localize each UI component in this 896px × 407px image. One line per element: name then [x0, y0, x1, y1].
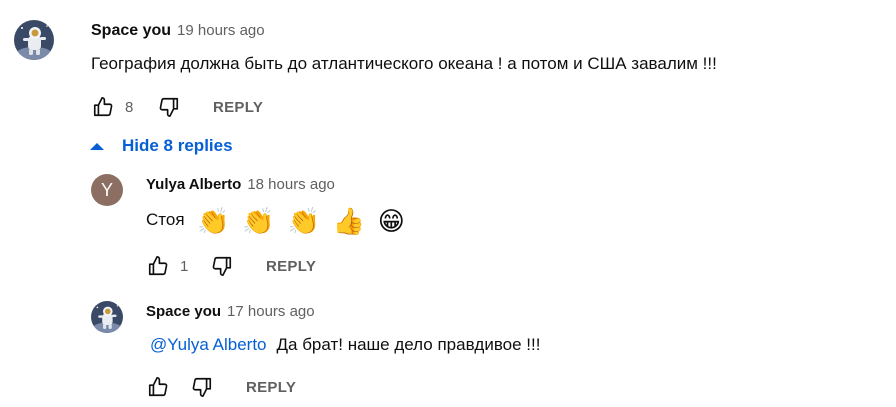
avatar-astronaut[interactable]: [14, 20, 54, 60]
reply-button[interactable]: REPLY: [266, 258, 316, 275]
clapping-hands-emoji: 👏: [242, 205, 275, 236]
comment-thread: Space you 19 hours ago География должна б…: [0, 0, 896, 407]
like-button[interactable]: [146, 375, 170, 399]
reply-text-body: Да брат! наше дело правдивое !!!: [276, 335, 541, 354]
thumb-up-icon: [93, 97, 113, 117]
dislike-button[interactable]: [157, 95, 181, 119]
reply-author[interactable]: Yulya Alberto: [146, 176, 241, 193]
like-button[interactable]: [91, 95, 115, 119]
comment-header: Space you 19 hours ago: [91, 22, 265, 40]
hide-replies-label: Hide 8 replies: [122, 136, 233, 155]
thumb-down-icon: [192, 377, 212, 397]
grinning-face-emoji: 😁: [377, 205, 405, 236]
hide-replies-button[interactable]: Hide 8 replies: [90, 136, 233, 156]
caret-up-icon: [90, 142, 104, 150]
comment-author[interactable]: Space you: [91, 22, 171, 39]
thumb-up-icon: [148, 256, 168, 276]
like-count: 8: [125, 98, 134, 116]
reply-time[interactable]: 17 hours ago: [227, 303, 315, 320]
astronaut-avatar-image: [91, 301, 123, 333]
comment-time[interactable]: 19 hours ago: [177, 22, 265, 39]
reply-header: Yulya Alberto 18 hours ago: [146, 176, 335, 193]
thumbs-up-emoji: 👍: [332, 205, 365, 236]
reply-time[interactable]: 18 hours ago: [247, 176, 335, 193]
reply-header: Space you 17 hours ago: [146, 303, 315, 320]
reply-text: @Yulya Alberto Да брат! наше дело правдив…: [150, 335, 540, 355]
avatar-astronaut[interactable]: [91, 301, 123, 333]
comment-toolbar: 8 REPLY: [91, 95, 263, 119]
clapping-hands-emoji: 👏: [287, 205, 320, 236]
thumb-down-icon: [212, 256, 232, 276]
clapping-hands-emoji: 👏: [197, 205, 230, 236]
reply-toolbar: REPLY: [146, 375, 296, 399]
avatar-letter[interactable]: Y: [91, 174, 123, 206]
like-count: 1: [180, 257, 189, 275]
comment-text: География должна быть до атлантического …: [91, 54, 717, 73]
mention-link[interactable]: @Yulya Alberto: [150, 335, 267, 354]
reply-text-body: Стоя: [146, 210, 185, 229]
dislike-button[interactable]: [210, 254, 234, 278]
avatar-letter-text: Y: [100, 179, 113, 200]
reply-button[interactable]: REPLY: [213, 99, 263, 116]
dislike-button[interactable]: [190, 375, 214, 399]
reply-author[interactable]: Space you: [146, 303, 221, 320]
thumb-down-icon: [159, 97, 179, 117]
like-button[interactable]: [146, 254, 170, 278]
thumb-up-icon: [148, 377, 168, 397]
reply-toolbar: 1 REPLY: [146, 254, 316, 278]
reply-button[interactable]: REPLY: [246, 379, 296, 396]
astronaut-avatar-image: [14, 20, 54, 60]
reply-text: Стоя 👏 👏 👏 👍 😁: [146, 204, 405, 236]
